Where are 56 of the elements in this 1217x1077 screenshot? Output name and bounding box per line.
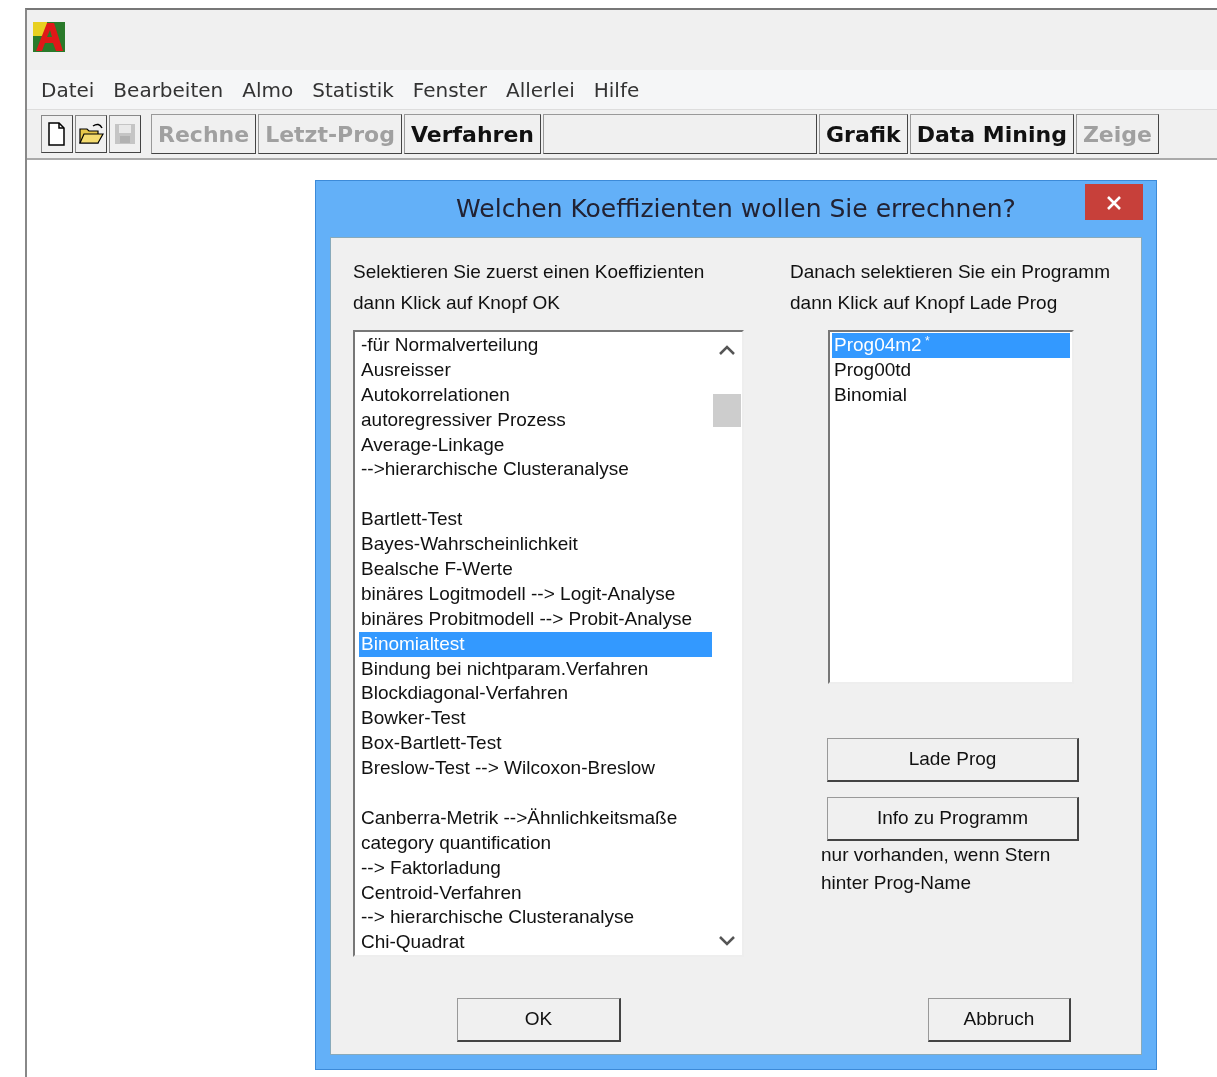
list-item[interactable]: Binomial [832, 382, 1070, 408]
list-item[interactable]: Average-Linkage [359, 432, 712, 458]
list-item[interactable]: Autokorrelationen [359, 382, 712, 408]
list-item[interactable]: -->hierarchische Clusteranalyse [359, 457, 712, 483]
close-button[interactable] [1085, 184, 1143, 220]
folder-icon [78, 121, 104, 147]
list-item[interactable]: Centroid-Verfahren [359, 880, 712, 906]
list-item[interactable]: Box-Bartlett-Test [359, 731, 712, 757]
list-item[interactable]: Ausreisser [359, 357, 712, 383]
list-item[interactable]: Prog00td [832, 357, 1070, 383]
dialog-title: Welchen Koeffizienten wollen Sie errechnen? [456, 193, 1016, 226]
list-item[interactable]: Bealsche F-Werte [359, 557, 712, 582]
menu-item[interactable]: Bearbeiten [107, 74, 237, 105]
toolbar-button[interactable] [41, 115, 73, 153]
list-item[interactable]: binäres Logitmodell --> Logit-Analyse [359, 581, 712, 607]
list-item[interactable]: Blockdiagonal-Verfahren [359, 681, 712, 707]
cancel-button[interactable]: Abbruch [928, 998, 1071, 1042]
info-note: nur vorhanden, wenn Stern [821, 843, 1052, 867]
list-item[interactable]: binäres Probitmodell --> Probit-Analyse [359, 606, 712, 632]
load-program-button[interactable]: Lade Prog [827, 738, 1079, 782]
coefficient-list[interactable] [353, 330, 744, 957]
scroll-down-icon[interactable] [718, 935, 736, 947]
app-logo-icon [33, 22, 65, 52]
program-info-button[interactable]: Info zu Programm [827, 797, 1079, 841]
list-item[interactable]: Bartlett-Test [359, 507, 712, 533]
toolbar-button[interactable]: Grafik [819, 114, 908, 154]
menu-item[interactable]: Fenster [406, 74, 500, 105]
list-item[interactable]: Breslow-Test --> Wilcoxon-Breslow [359, 756, 712, 782]
list-item[interactable]: Chi-Quadrat [359, 930, 712, 955]
list-item[interactable]: autoregressiver Prozess [359, 407, 712, 433]
list-item[interactable]: Bowker-Test [359, 706, 712, 732]
list-item[interactable]: --> hierarchische Clusteranalyse [359, 905, 712, 931]
toolbar-button[interactable] [75, 115, 107, 153]
scroll-up-icon[interactable] [718, 344, 736, 356]
menu-item[interactable]: Almo [236, 74, 307, 105]
info-note: hinter Prog-Name [821, 871, 972, 895]
toolbar-button[interactable]: Verfahren [403, 114, 541, 154]
menu-item[interactable]: Statistik [306, 74, 407, 105]
menu-item[interactable]: Allerlei [500, 74, 588, 105]
scroll-thumb[interactable] [713, 394, 741, 427]
program-list[interactable]: Prog04m2 $^{*}$ Prog00td Binomial [828, 330, 1074, 684]
list-item[interactable]: Bayes-Wahrscheinlichkeit [359, 532, 712, 557]
close-icon [1106, 195, 1122, 211]
list-item[interactable]: -für Normalverteilung [359, 333, 712, 358]
list-item[interactable]: --> Faktorladung [359, 855, 712, 881]
list-item[interactable]: Canberra-Metrik -->Ähnlichkeitsmaße [359, 805, 712, 831]
toolbar-button[interactable]: Data Mining [909, 114, 1074, 154]
instruction-text: Danach selektieren Sie ein Programm [790, 260, 1111, 284]
menu-item[interactable]: Hilfe [587, 74, 653, 105]
list-item[interactable]: Bindung bei nichtparam.Verfahren [359, 656, 712, 682]
instruction-text: dann Klick auf Knopf Lade Prog [790, 291, 1059, 315]
menu-item[interactable]: Datei [35, 74, 108, 105]
list-item[interactable]: category quantification [359, 830, 712, 856]
instruction-text: Selektieren Sie zuerst einen Koeffizienten [353, 260, 706, 284]
instruction-text: dann Klick auf Knopf OK [353, 291, 561, 315]
ok-button[interactable]: OK [457, 998, 621, 1042]
